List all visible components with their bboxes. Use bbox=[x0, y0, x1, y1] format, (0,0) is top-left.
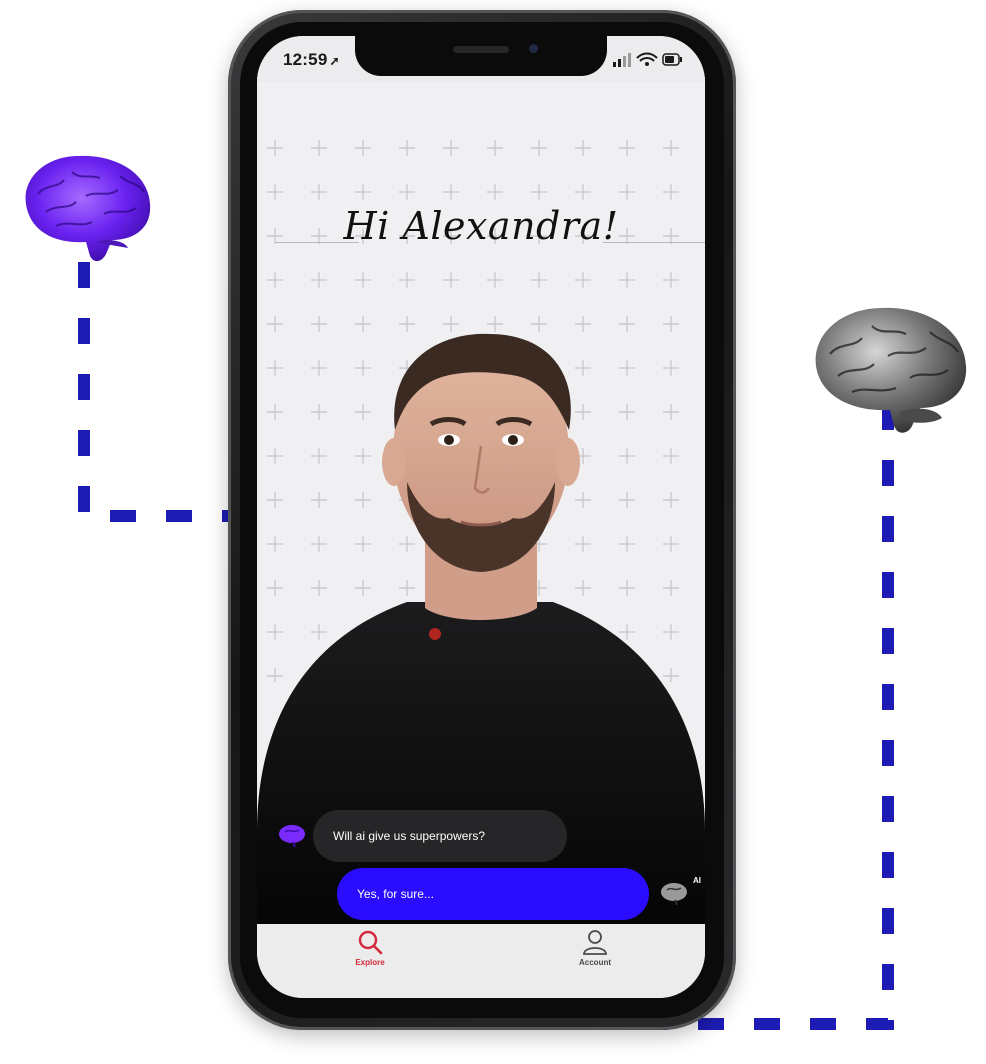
tab-explore[interactable]: Explore bbox=[325, 928, 415, 978]
tab-account[interactable]: Account bbox=[550, 928, 640, 978]
location-arrow-icon: ➚ bbox=[329, 54, 340, 68]
brain-avatar-purple-icon bbox=[279, 825, 305, 848]
signal-icon bbox=[613, 53, 631, 67]
tab-account-label: Account bbox=[579, 958, 611, 967]
user-icon bbox=[583, 930, 607, 955]
phone-screen: Hi Alexandra! 12:59 ➚ Will ai give us su… bbox=[257, 36, 705, 998]
status-bar: 12:59 ➚ bbox=[257, 36, 705, 82]
status-time: 12:59 ➚ bbox=[283, 50, 340, 70]
search-icon bbox=[358, 930, 383, 955]
tab-explore-label: Explore bbox=[355, 958, 385, 967]
brain-left-icon bbox=[25, 155, 151, 262]
answer-bubble[interactable]: Yes, for sure... bbox=[337, 868, 649, 920]
brain-right-icon bbox=[815, 307, 967, 433]
battery-icon bbox=[662, 53, 682, 66]
front-camera bbox=[529, 44, 538, 53]
wifi-icon bbox=[636, 52, 658, 62]
greeting-text: Hi Alexandra! bbox=[343, 204, 619, 248]
connector-left bbox=[78, 262, 228, 522]
status-time-text: 12:59 bbox=[283, 50, 328, 69]
brain-avatar-gray-icon bbox=[661, 883, 687, 906]
ai-tag: AI bbox=[693, 876, 701, 885]
phone-notch bbox=[355, 36, 607, 76]
speaker-grille bbox=[453, 46, 509, 53]
question-bubble[interactable]: Will ai give us superpowers? bbox=[313, 810, 567, 862]
tab-bar: Explore Account bbox=[257, 924, 705, 998]
status-icons bbox=[613, 52, 682, 67]
